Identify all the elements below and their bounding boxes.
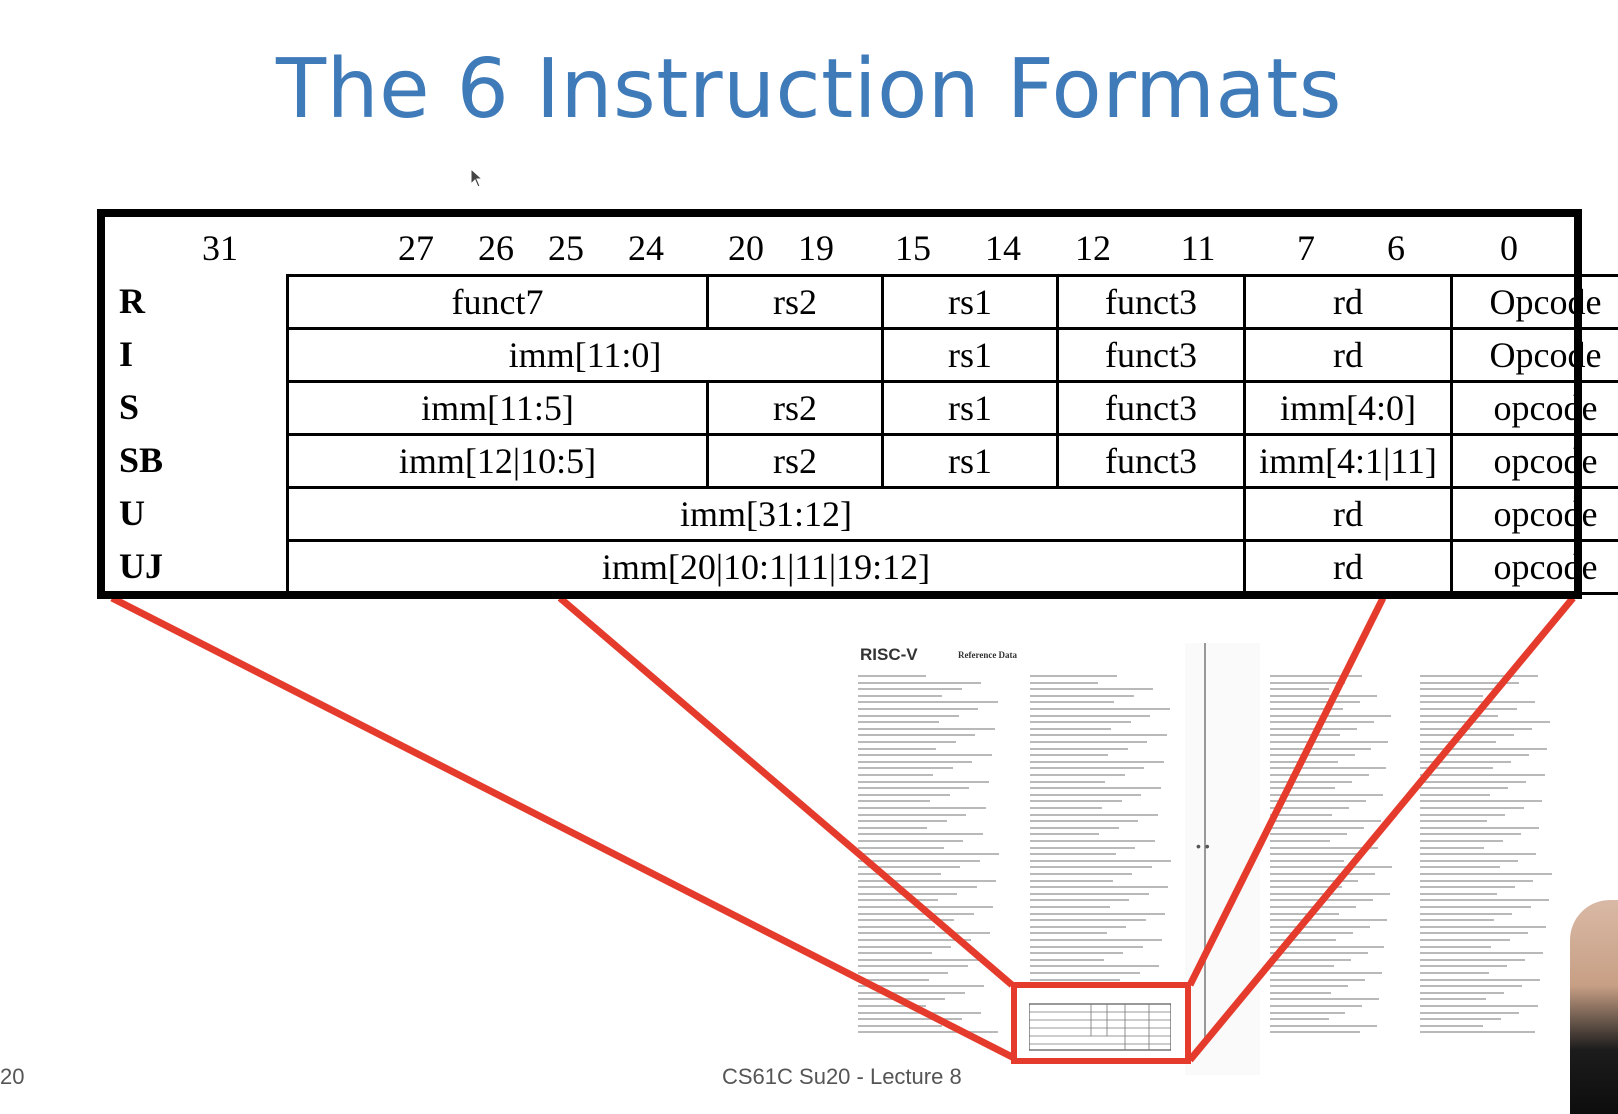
field-cell: funct7 <box>289 277 709 330</box>
field-cell: funct3 <box>1059 330 1246 383</box>
field-cell: imm[4:0] <box>1246 383 1453 436</box>
bit-position-label: 12 <box>1075 228 1111 268</box>
format-label-u: U <box>119 493 145 533</box>
field-cell: funct3 <box>1059 436 1246 489</box>
field-cell: opcode <box>1453 489 1618 542</box>
slide-number: 20 <box>0 1064 25 1089</box>
field-cell: funct3 <box>1059 383 1246 436</box>
format-label-sb: SB <box>119 440 164 480</box>
field-cell: rs1 <box>884 277 1059 330</box>
format-label-s: S <box>119 387 140 427</box>
instruction-format-table: 31 27 26 25 24 20 19 15 14 12 11 7 6 0 R I S SB U UJ funct… <box>97 209 1618 599</box>
zoom-highlight-box <box>1011 982 1191 1064</box>
field-cell: rs1 <box>884 436 1059 489</box>
zoom-line-right <box>1187 595 1576 1063</box>
bit-position-label: 25 <box>548 228 584 268</box>
format-grid: funct7 rs2 rs1 funct3 rd Opcode imm[11:0] rs1 fu… <box>286 274 1618 595</box>
zoom-line-left-inner <box>557 595 1015 988</box>
field-cell: rd <box>1246 489 1453 542</box>
bit-position-label: 0 <box>1500 228 1518 268</box>
format-row-s: imm[11:5] rs2 rs1 funct3 imm[4:0] opcode <box>289 383 1618 436</box>
zoom-line-left <box>110 594 1020 1064</box>
field-cell: opcode <box>1453 542 1618 595</box>
field-cell: Opcode <box>1453 330 1618 383</box>
field-cell: imm[11:0] <box>289 330 884 383</box>
mini-format-table <box>1029 1003 1171 1051</box>
field-cell: funct3 <box>1059 277 1246 330</box>
bit-position-label: 27 <box>398 228 434 268</box>
bit-position-label: 26 <box>478 228 514 268</box>
bit-position-label: 14 <box>985 228 1021 268</box>
field-cell: rs1 <box>884 383 1059 436</box>
format-label-uj: UJ <box>119 546 163 586</box>
field-cell: rs2 <box>709 383 884 436</box>
bit-position-label: 24 <box>628 228 664 268</box>
field-cell: rs2 <box>709 436 884 489</box>
field-cell: opcode <box>1453 383 1618 436</box>
field-cell: rd <box>1246 542 1453 595</box>
format-row-uj: imm[20|10:1|11|19:12] rd opcode <box>289 542 1618 595</box>
bit-position-label: 20 <box>728 228 764 268</box>
field-cell: opcode <box>1453 436 1618 489</box>
field-cell: imm[4:1|11] <box>1246 436 1453 489</box>
field-cell: imm[11:5] <box>289 383 709 436</box>
format-row-sb: imm[12|10:5] rs2 rs1 funct3 imm[4:1|11] opcod… <box>289 436 1618 489</box>
zoom-line-right-inner <box>1186 596 1387 987</box>
field-cell: rs1 <box>884 330 1059 383</box>
format-label-i: I <box>119 334 134 374</box>
bit-position-label: 11 <box>1180 228 1216 268</box>
bit-position-label: 7 <box>1297 228 1315 268</box>
format-row-i: imm[11:0] rs1 funct3 rd Opcode <box>289 330 1618 383</box>
presenter-video-overlay <box>1570 900 1618 1114</box>
field-cell: rs2 <box>709 277 884 330</box>
field-cell: imm[12|10:5] <box>289 436 709 489</box>
field-cell: imm[20|10:1|11|19:12] <box>289 542 1246 595</box>
bit-position-label: 6 <box>1387 228 1405 268</box>
field-cell: imm[31:12] <box>289 489 1246 542</box>
format-row-u: imm[31:12] rd opcode <box>289 489 1618 542</box>
bit-position-label: 15 <box>895 228 931 268</box>
slide-footer: CS61C Su20 - Lecture 8 <box>722 1064 962 1089</box>
field-cell: rd <box>1246 277 1453 330</box>
bit-position-label: 31 <box>202 228 238 268</box>
field-cell: rd <box>1246 330 1453 383</box>
format-row-r: funct7 rs2 rs1 funct3 rd Opcode <box>289 277 1618 330</box>
bit-position-label: 19 <box>798 228 834 268</box>
field-cell: Opcode <box>1453 277 1618 330</box>
format-label-r: R <box>119 281 145 321</box>
